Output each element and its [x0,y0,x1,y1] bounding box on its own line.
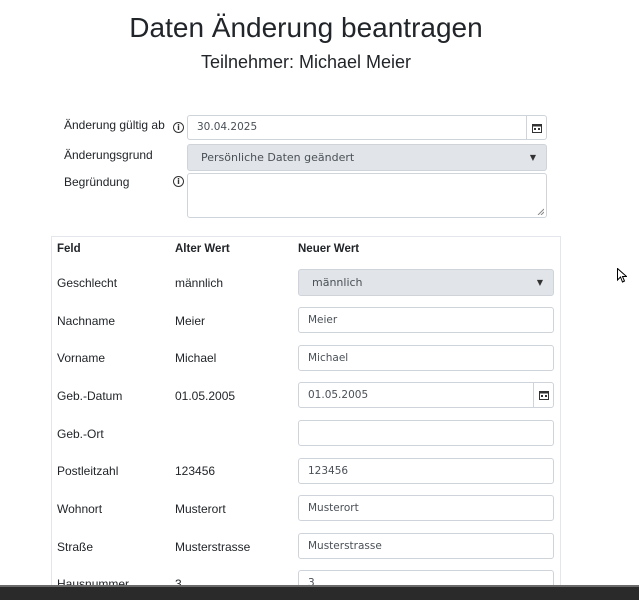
firstname-value: Michael [308,352,349,364]
row-old-value: Musterstrasse [175,540,251,554]
birthplace-input[interactable] [298,420,554,446]
column-header-old-value: Alter Wert [175,243,230,255]
reason-selected: Persönliche Daten geändert [201,151,355,164]
gender-selected: männlich [312,276,363,289]
row-old-value: 123456 [175,464,216,478]
row-old-value: Meier [175,314,206,328]
city-value: Musterort [308,502,359,514]
calendar-icon[interactable] [526,116,546,139]
resize-grip-icon[interactable] [537,208,544,215]
postal-code-value: 123456 [308,465,349,477]
calendar-icon[interactable] [533,383,553,407]
justification-label: Begründung [64,175,130,189]
column-header-field: Feld [57,243,81,255]
row-field-label: Wohnort [57,502,103,516]
row-old-value: Musterort [175,502,226,516]
valid-from-date-field[interactable]: 30.04.2025 [187,115,547,140]
valid-from-label: Änderung gültig ab [64,118,165,132]
chevron-down-icon: ▼ [536,278,543,287]
row-field-label: Nachname [57,314,116,328]
firstname-input[interactable]: Michael [298,345,554,371]
taskbar [0,585,639,600]
mouse-pointer-icon [617,268,627,283]
row-old-value: männlich [175,276,224,290]
valid-from-value: 30.04.2025 [197,121,258,133]
row-old-value: Michael [175,351,217,365]
info-icon[interactable]: i [173,122,184,133]
row-field-label: Postleitzahl [57,464,119,478]
row-old-value: 01.05.2005 [175,389,236,403]
reason-label: Änderungsgrund [64,148,153,162]
reason-select[interactable]: Persönliche Daten geändert ▼ [187,144,547,171]
birthdate-value: 01.05.2005 [308,389,369,401]
postal-code-input[interactable]: 123456 [298,458,554,484]
row-field-label: Geb.-Datum [57,389,123,403]
page-title: Daten Änderung beantragen [129,12,483,43]
row-field-label: Geschlecht [57,276,118,290]
justification-textarea[interactable] [187,173,547,218]
info-icon[interactable]: i [173,176,184,187]
chevron-down-icon: ▼ [529,153,536,162]
lastname-value: Meier [308,314,338,326]
city-input[interactable]: Musterort [298,495,554,521]
street-input[interactable]: Musterstrasse [298,533,554,559]
row-field-label: Geb.-Ort [57,427,104,441]
birthdate-field[interactable]: 01.05.2005 [298,382,554,408]
participant-subtitle: Teilnehmer: Michael Meier [200,52,412,72]
street-value: Musterstrasse [308,540,382,552]
lastname-input[interactable]: Meier [298,307,554,333]
row-field-label: Straße [57,540,94,554]
column-header-new-value: Neuer Wert [298,243,360,255]
row-field-label: Vorname [57,351,106,365]
gender-select[interactable]: männlich ▼ [298,269,554,296]
